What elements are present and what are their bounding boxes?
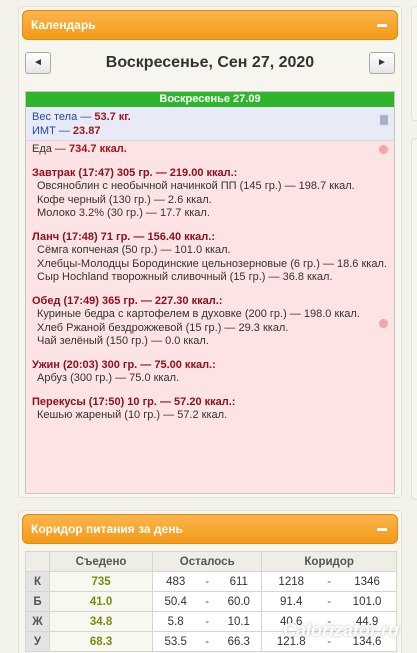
dash: - — [198, 611, 217, 632]
meal-item: Арбуз (300 гр.) — 75.0 ккал. — [37, 372, 180, 384]
delete-meal-icon[interactable] — [379, 319, 388, 328]
eaten-value: 41.0 — [48, 591, 154, 612]
dash: - — [198, 591, 217, 612]
calendar-panel: Календарь ◄ Воскресенье, Сен 27, 2020 ► … — [18, 6, 402, 498]
meal-header[interactable]: Ужин (20:03) 300 гр. — 75.00 ккал.: — [32, 359, 388, 373]
corridor-min: 91.4 — [261, 591, 321, 612]
day-header: Воскресенье 27.09 — [26, 92, 394, 107]
remaining-min: 5.8 — [152, 611, 199, 632]
table-row: Б 41.0 50.4 - 60.0 91.4 - 101.0 — [25, 591, 398, 612]
delete-food-icon[interactable] — [379, 145, 388, 154]
dash: - — [198, 631, 217, 652]
meal-item: Сыр Hochland творожный сливочный (15 гр.… — [37, 271, 333, 283]
corridor-title: Коридор питания за день — [31, 522, 183, 536]
date-navigator: ◄ Воскресенье, Сен 27, 2020 ► — [25, 49, 395, 79]
collapse-icon[interactable] — [377, 528, 387, 531]
eaten-value: 68.3 — [48, 631, 154, 652]
meal-item: Хлеб Ржаной бездрожжевой (15 гр.) — 29.3… — [37, 321, 289, 334]
remaining-max: 10.1 — [216, 611, 263, 632]
side-panel-fragment — [411, 138, 417, 500]
meal-item: Молоко 3.2% (30 гр.) — 17.7 ккал. — [37, 207, 210, 219]
col-header-corridor: Коридор — [261, 551, 397, 572]
day-entry: Воскресенье 27.09 Вес тела — 53.7 кг. ИМ… — [25, 91, 395, 494]
side-panel-fragment — [411, 6, 417, 121]
row-label: Ж — [25, 611, 50, 632]
food-label: Еда — — [32, 143, 69, 155]
next-day-button[interactable]: ► — [369, 52, 395, 74]
calendar-title: Календарь — [31, 18, 96, 32]
meal-dinner: Обед (17:49) 365 гр. — 227.30 ккал.: Кур… — [32, 295, 388, 349]
row-label: К — [25, 571, 50, 592]
date-title: Воскресенье, Сен 27, 2020 — [105, 54, 315, 71]
meal-breakfast: Завтрак (17:47) 305 гр. — 219.00 ккал.: … — [32, 167, 388, 221]
table-row: К 735 483 - 611 1218 - 1346 — [25, 571, 398, 592]
dash: - — [320, 591, 339, 612]
meal-item: Кешью жареный (10 гр.) — 57.2 ккал. — [37, 409, 228, 421]
bmi-value: 23.87 — [72, 125, 101, 137]
food-total: Еда — 734.7 ккал. — [32, 143, 388, 157]
meal-header[interactable]: Обед (17:49) 365 гр. — 227.30 ккал.: — [32, 295, 388, 309]
food-value: 734.7 ккал. — [69, 143, 127, 155]
corner-cell — [25, 551, 50, 572]
eaten-value: 735 — [48, 571, 154, 592]
meal-lunch: Ланч (17:48) 71 гр. — 156.40 ккал.: Сёмг… — [32, 231, 388, 285]
remaining-min: 483 — [152, 571, 199, 592]
corridor-min: 1218 — [261, 571, 321, 592]
meal-item: Чай зелёный (150 гр.) — 0.0 ккал. — [37, 335, 209, 347]
table-header-row: Съедено Осталось Коридор — [25, 551, 397, 572]
meal-item: Куриные бедра с картофелем в духовке (20… — [37, 308, 360, 320]
meal-item: Кофе черный (130 гр.) — 2.6 ккал. — [37, 193, 212, 206]
col-header-remaining: Осталось — [152, 551, 263, 572]
meal-snacks: Перекусы (17:50) 10 гр. — 57.20 ккал.: К… — [32, 396, 388, 423]
watermark: Calorizator.ru — [282, 620, 399, 640]
corridor-max: 1346 — [338, 571, 398, 592]
collapse-icon[interactable] — [377, 24, 387, 27]
corridor-max: 101.0 — [338, 591, 398, 612]
corridor-panel-header[interactable]: Коридор питания за день — [22, 514, 398, 544]
row-label: Б — [25, 591, 50, 612]
body-weight: Вес тела — 53.7 кг. — [32, 110, 388, 124]
remaining-min: 50.4 — [152, 591, 199, 612]
trash-icon[interactable] — [380, 115, 388, 125]
bmi-label: ИМТ — — [32, 125, 73, 137]
calendar-panel-header[interactable]: Календарь — [22, 10, 398, 40]
remaining-max: 60.0 — [216, 591, 263, 612]
meal-item: Хлебцы-Молодцы Бородинские цельнозерновы… — [37, 257, 387, 270]
food-section: Еда — 734.7 ккал. Завтрак (17:47) 305 гр… — [26, 141, 394, 493]
meal-supper: Ужин (20:03) 300 гр. — 75.00 ккал.: Арбу… — [32, 359, 388, 386]
meal-header[interactable]: Перекусы (17:50) 10 гр. — 57.20 ккал.: — [32, 396, 388, 410]
dash: - — [198, 571, 217, 592]
dash: - — [320, 571, 339, 592]
remaining-min: 53.5 — [152, 631, 199, 652]
row-label: У — [25, 631, 50, 652]
weight-label: Вес тела — — [32, 111, 95, 123]
meal-header[interactable]: Ланч (17:48) 71 гр. — 156.40 ккал.: — [32, 231, 388, 245]
prev-day-button[interactable]: ◄ — [25, 52, 51, 74]
bmi: ИМТ — 23.87 — [32, 124, 388, 138]
remaining-max: 66.3 — [216, 631, 263, 652]
meal-item: Сёмга копченая (50 гр.) — 101.0 ккал. — [37, 244, 231, 256]
col-header-eaten: Съедено — [48, 551, 154, 572]
weight-section: Вес тела — 53.7 кг. ИМТ — 23.87 — [26, 107, 394, 141]
remaining-max: 611 — [216, 571, 263, 592]
weight-value: 53.7 кг. — [94, 111, 131, 123]
meal-header[interactable]: Завтрак (17:47) 305 гр. — 219.00 ккал.: — [32, 167, 388, 181]
eaten-value: 34.8 — [48, 611, 154, 632]
meal-item: Овсяноблин с необычной начинкой ПП (145 … — [37, 180, 355, 192]
